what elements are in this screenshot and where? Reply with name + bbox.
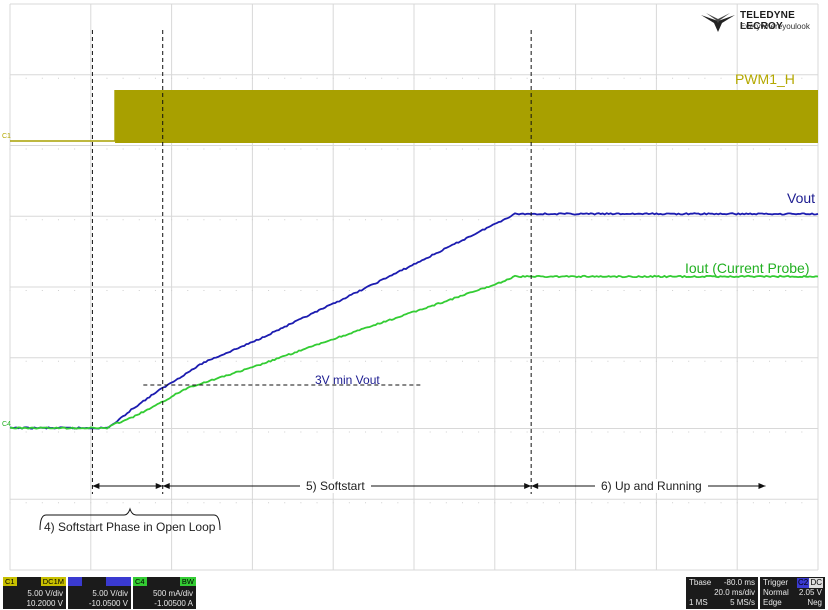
- c4-coupling: BW: [179, 577, 196, 586]
- c1-ground-marker: C1: [2, 133, 11, 140]
- trigger-source: C2: [797, 578, 810, 588]
- trigger-mode: Normal: [763, 588, 789, 597]
- c2-scale: 5.00 V/div: [92, 589, 128, 598]
- trigger-box[interactable]: Trigger C2 DC Normal 2.05 V Edge Neg: [760, 577, 825, 609]
- pwm-trace-switching: [115, 90, 819, 143]
- logo-tagline: Everywhereyoulook: [740, 22, 810, 31]
- timebase-box[interactable]: Tbase -80.0 ms 20.0 ms/div 1 MS 5 MS/s: [686, 577, 758, 609]
- oscilloscope-display: TELEDYNE LECROY Everywhereyoulook PWM1_H…: [0, 0, 828, 575]
- phase4-arrow-head-right: [155, 483, 163, 489]
- phase4-arrow-head-left: [92, 483, 100, 489]
- c2-coupling: DC1M: [105, 577, 131, 586]
- c1-id: C1: [3, 577, 17, 586]
- phase5-arrow-head-left: [162, 483, 170, 489]
- trigger-coupling: DC: [809, 578, 823, 588]
- trigger-slope: Neg: [807, 598, 822, 607]
- trigger-level: 2.05 V: [798, 588, 822, 597]
- c4-id: C4: [133, 577, 147, 586]
- phase6-arrow-head-left: [531, 483, 539, 489]
- teledyne-lecroy-logo: TELEDYNE LECROY Everywhereyoulook: [700, 8, 824, 36]
- phase6-arrow-head-right: [758, 483, 766, 489]
- phase6-annotation: 6) Up and Running: [595, 479, 708, 493]
- c4-offset: -1.00500 A: [154, 599, 193, 608]
- phase4-annotation: 4) Softstart Phase in Open Loop: [44, 520, 216, 534]
- c1-offset: 10.2000 V: [26, 599, 63, 608]
- phase5-annotation: 5) Softstart: [300, 479, 371, 493]
- c1-scale: 5.00 V/div: [27, 589, 63, 598]
- timebase-delay: -80.0 ms: [723, 578, 755, 587]
- trigger-type: Edge: [763, 598, 782, 607]
- timebase-label: Tbase: [689, 578, 712, 587]
- channel-c1-box[interactable]: C1 DC1M 5.00 V/div 10.2000 V: [3, 577, 66, 609]
- min-vout-annotation: 3V min Vout: [315, 373, 380, 387]
- timebase-per-div: 20.0 ms/div: [714, 588, 755, 597]
- c4-scale: 500 mA/div: [152, 589, 193, 598]
- iout-label: Iout (Current Probe): [685, 260, 810, 276]
- c2-id: C2: [68, 577, 82, 586]
- channel-c4-box[interactable]: C4 BW 500 mA/div -1.00500 A: [133, 577, 196, 609]
- c4-ground-marker: C4: [2, 421, 11, 428]
- phase5-arrow-head-right: [524, 483, 532, 489]
- c2-offset: -10.0500 V: [88, 599, 128, 608]
- vout-label: Vout: [787, 190, 816, 206]
- trigger-label: Trigger: [763, 578, 789, 587]
- c1-coupling: DC1M: [40, 577, 66, 586]
- timebase-rate: 5 MS/s: [730, 598, 755, 607]
- channel-c2-box[interactable]: C2 DC1M 5.00 V/div -10.0500 V: [68, 577, 131, 609]
- eagle-logo-icon: [701, 13, 735, 32]
- pwm-label: PWM1_H: [735, 71, 795, 87]
- timebase-points: 1 MS: [689, 598, 708, 607]
- scope-status-bar: C1 DC1M 5.00 V/div 10.2000 V C2 DC1M 5.00 …: [0, 575, 828, 610]
